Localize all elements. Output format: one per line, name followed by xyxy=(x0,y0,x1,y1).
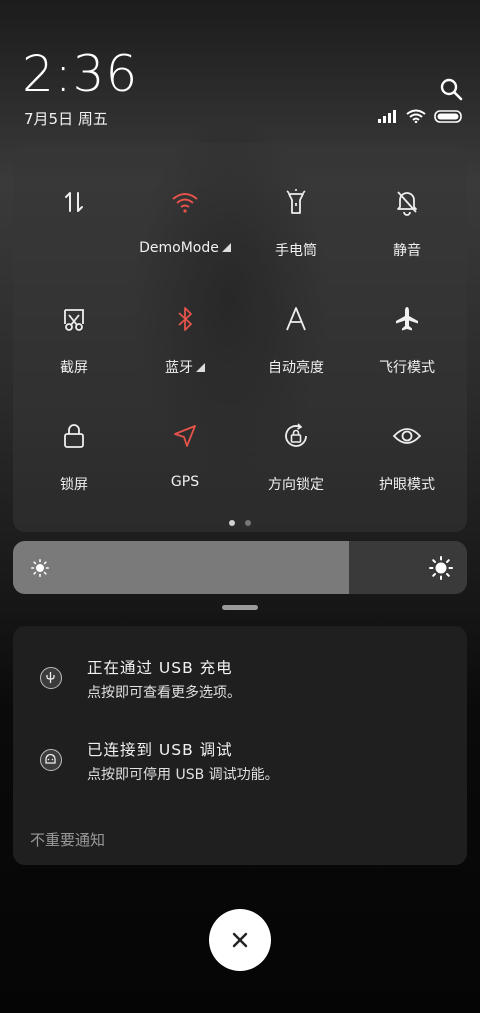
notification-subtitle: 点按即可停用 USB 调试功能。 xyxy=(87,767,279,783)
tile-auto-brightness[interactable]: 自动亮度 xyxy=(240,302,352,402)
tile-label: GPS xyxy=(170,474,200,490)
rotation-lock-icon xyxy=(240,419,352,453)
notification-title: 已连接到 USB 调试 xyxy=(87,741,233,759)
tile-mobile-data[interactable] xyxy=(18,185,130,285)
tile-screenshot[interactable]: 截屏 xyxy=(18,302,130,402)
minor-notifications-link[interactable]: 不重要通知 xyxy=(30,829,105,850)
notification-usb-debugging[interactable]: 已连接到 USB 调试 点按即可停用 USB 调试功能。 xyxy=(13,734,467,794)
auto-brightness-icon xyxy=(240,302,352,336)
tile-label: 护眼模式 xyxy=(379,477,435,493)
tile-lock-screen[interactable]: 锁屏 xyxy=(18,419,130,519)
tile-label: 蓝牙 xyxy=(165,360,193,376)
page-dot-active xyxy=(229,520,235,526)
android-icon xyxy=(40,749,62,771)
wifi-status-icon xyxy=(406,109,426,123)
notification-subtitle: 点按即可查看更多选项。 xyxy=(87,685,241,701)
quick-settings-panel: DemoMode 手电筒 静音 截屏 蓝牙 自动亮度 飞行模式 锁屏 GPS 方… xyxy=(13,143,467,532)
signal-icon xyxy=(378,109,396,123)
tile-airplane[interactable]: 飞行模式 xyxy=(351,302,463,402)
screenshot-icon xyxy=(18,302,130,336)
clear-all-button[interactable] xyxy=(209,909,271,971)
tile-mute[interactable]: 静音 xyxy=(351,185,463,285)
tile-rotation-lock[interactable]: 方向锁定 xyxy=(240,419,352,519)
tile-eye-care[interactable]: 护眼模式 xyxy=(351,419,463,519)
tile-label: 飞行模式 xyxy=(379,360,435,376)
eye-icon xyxy=(351,419,463,453)
tile-label: 自动亮度 xyxy=(268,360,324,376)
data-arrows-icon xyxy=(18,185,130,219)
expand-triangle-icon[interactable] xyxy=(196,363,205,372)
tile-flashlight[interactable]: 手电筒 xyxy=(240,185,352,285)
lock-icon xyxy=(18,419,130,453)
usb-icon xyxy=(40,667,62,689)
panel-drag-handle[interactable] xyxy=(222,605,258,610)
tile-bluetooth[interactable]: 蓝牙 xyxy=(129,302,241,402)
tile-wifi[interactable]: DemoMode xyxy=(129,185,241,285)
page-indicator xyxy=(229,520,251,526)
brightness-slider-fill xyxy=(13,541,349,594)
notification-usb-charging[interactable]: 正在通过 USB 充电 点按即可查看更多选项。 xyxy=(13,652,467,712)
page-dot xyxy=(245,520,251,526)
tile-label: 静音 xyxy=(393,243,421,259)
brightness-low-icon xyxy=(31,559,49,577)
brightness-slider[interactable] xyxy=(13,541,467,594)
clock-time: 2:36 xyxy=(22,45,139,103)
tile-gps[interactable]: GPS xyxy=(129,419,241,519)
tile-label: 手电筒 xyxy=(275,243,317,259)
status-icons xyxy=(378,109,464,123)
search-icon[interactable] xyxy=(439,77,463,101)
bluetooth-icon xyxy=(129,302,241,336)
bell-off-icon xyxy=(351,185,463,219)
wifi-icon xyxy=(129,185,241,219)
brightness-high-icon xyxy=(429,556,453,580)
tile-label: 截屏 xyxy=(60,360,88,376)
tile-label: 锁屏 xyxy=(60,477,88,493)
notification-card: 正在通过 USB 充电 点按即可查看更多选项。 已连接到 USB 调试 点按即可… xyxy=(13,626,467,865)
flashlight-icon xyxy=(240,185,352,219)
expand-triangle-icon[interactable] xyxy=(221,243,231,252)
clock-date: 7月5日 周五 xyxy=(24,110,108,128)
tile-label: 方向锁定 xyxy=(268,477,324,493)
notification-title: 正在通过 USB 充电 xyxy=(87,659,233,677)
battery-icon xyxy=(434,109,462,123)
tile-label: DemoMode xyxy=(139,240,219,256)
location-arrow-icon xyxy=(129,419,241,453)
airplane-icon xyxy=(351,302,463,336)
close-icon xyxy=(232,932,248,948)
